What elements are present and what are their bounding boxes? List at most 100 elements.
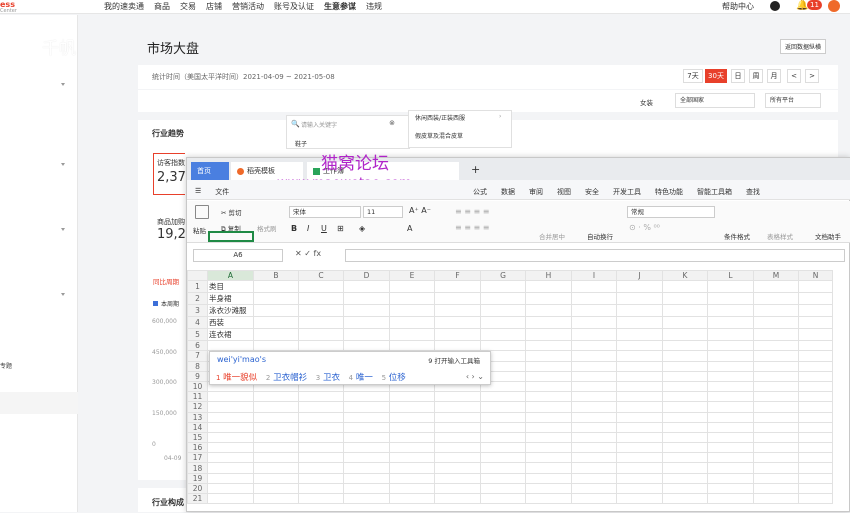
- grid-cell[interactable]: [616, 431, 663, 444]
- grid-cell[interactable]: [798, 391, 833, 403]
- grid-cell[interactable]: [662, 292, 708, 306]
- grid-cell[interactable]: [798, 421, 833, 433]
- grid-cell[interactable]: [707, 304, 754, 318]
- grid-cell[interactable]: [434, 401, 481, 413]
- message-icon[interactable]: [770, 1, 780, 11]
- grid-cell[interactable]: [207, 442, 254, 454]
- grid-cell[interactable]: [434, 391, 481, 403]
- grid-cell[interactable]: [253, 411, 299, 423]
- nav-item[interactable]: 店铺: [206, 1, 222, 12]
- grid-cell[interactable]: [707, 482, 754, 495]
- grid-cell[interactable]: [480, 452, 526, 464]
- grid-cell[interactable]: [298, 340, 344, 352]
- grid-cell[interactable]: [571, 391, 617, 403]
- grid-cell[interactable]: [434, 482, 481, 495]
- grid-cell[interactable]: [343, 391, 390, 403]
- grid-cell[interactable]: [298, 280, 344, 294]
- grid-cell[interactable]: [616, 340, 663, 352]
- name-box[interactable]: A6: [193, 249, 283, 262]
- sidebar-item-special[interactable]: 专题: [0, 361, 12, 370]
- grid-cell[interactable]: [480, 421, 526, 433]
- grid-cell[interactable]: [662, 472, 708, 484]
- grid-cell[interactable]: [707, 442, 754, 454]
- grid-cell[interactable]: [253, 280, 299, 294]
- grid-cell[interactable]: [798, 472, 833, 484]
- grid-cell[interactable]: [389, 482, 435, 495]
- grid-cell[interactable]: [707, 431, 754, 444]
- grid-cell[interactable]: [753, 350, 799, 362]
- grid-cell[interactable]: [253, 462, 299, 474]
- grid-cell[interactable]: [571, 411, 617, 423]
- grid-cell[interactable]: [571, 350, 617, 362]
- date-prev-button[interactable]: <: [787, 69, 801, 83]
- column-header[interactable]: J: [616, 270, 663, 282]
- grid-cell[interactable]: [707, 292, 754, 306]
- chevron-down-icon[interactable]: [61, 293, 65, 296]
- grid-cell[interactable]: [616, 304, 663, 318]
- row-header[interactable]: 21: [187, 492, 208, 505]
- grid-cell[interactable]: [480, 304, 526, 318]
- grid-cell[interactable]: [616, 316, 663, 330]
- grid-cell[interactable]: [616, 380, 663, 393]
- date-btn-week[interactable]: 周: [749, 69, 763, 83]
- grid-cell[interactable]: [662, 462, 708, 474]
- grid-cell[interactable]: [389, 280, 435, 294]
- grid-cell[interactable]: [616, 472, 663, 484]
- grid-cell[interactable]: [798, 350, 833, 362]
- grid-cell[interactable]: [616, 350, 663, 362]
- data-link-button[interactable]: 返回数据纵横: [780, 39, 827, 54]
- grid-cell[interactable]: [253, 340, 299, 352]
- grid-cell[interactable]: [753, 442, 799, 454]
- row-header[interactable]: 2: [187, 292, 208, 306]
- grid-cell[interactable]: [298, 442, 344, 454]
- grid-cell[interactable]: [753, 462, 799, 474]
- doc-helper-button[interactable]: 文档助手: [815, 231, 841, 241]
- column-header[interactable]: I: [571, 270, 617, 282]
- grid-cell[interactable]: [480, 482, 526, 495]
- grid-cell[interactable]: [798, 411, 833, 423]
- grid-cell[interactable]: [571, 482, 617, 495]
- grid-cell[interactable]: [616, 401, 663, 413]
- grid-cell[interactable]: [662, 328, 708, 342]
- grid-cell[interactable]: [298, 316, 344, 330]
- grid-cell[interactable]: [434, 431, 481, 444]
- grid-cell[interactable]: [798, 360, 833, 372]
- menu-item[interactable]: 特色功能: [655, 187, 683, 197]
- grid-cell[interactable]: [616, 328, 663, 342]
- grid-cell[interactable]: [525, 401, 572, 413]
- compare-label[interactable]: 同比周期: [153, 276, 179, 286]
- row-header[interactable]: 13: [187, 411, 208, 423]
- row-header[interactable]: 9: [187, 370, 208, 382]
- menu-item[interactable]: 安全: [585, 187, 599, 197]
- grid-cell[interactable]: [616, 442, 663, 454]
- number-format-select[interactable]: 常规: [627, 206, 715, 218]
- ime-candidate[interactable]: 卫衣帽衫: [273, 373, 307, 383]
- date-btn-month[interactable]: 月: [767, 69, 781, 83]
- border-icon[interactable]: ⊞: [337, 224, 344, 233]
- number-format-icons[interactable]: ⊙ · % ⁰⁰: [629, 223, 660, 232]
- grid-cell[interactable]: [343, 280, 390, 294]
- grid-cell[interactable]: [798, 401, 833, 413]
- menu-item[interactable]: 视图: [557, 187, 571, 197]
- grid-cell[interactable]: [207, 452, 254, 464]
- grid-cell[interactable]: [707, 360, 754, 372]
- grid-cell[interactable]: [798, 340, 833, 352]
- grid-cell[interactable]: [662, 391, 708, 403]
- grid-cell[interactable]: [389, 292, 435, 306]
- grid-cell[interactable]: [298, 292, 344, 306]
- fx-icon[interactable]: ✕ ✓ fx: [295, 249, 321, 258]
- table-style-button[interactable]: 表格样式: [767, 231, 793, 241]
- grid-cell[interactable]: 连衣裙: [207, 328, 254, 342]
- grid-cell[interactable]: [571, 280, 617, 294]
- conditional-format-button[interactable]: 条件格式: [724, 231, 750, 241]
- grid-cell[interactable]: [389, 431, 435, 444]
- grid-cell[interactable]: [434, 472, 481, 484]
- grid-cell[interactable]: [253, 421, 299, 433]
- grid-cell[interactable]: [253, 492, 299, 505]
- grid-cell[interactable]: [298, 482, 344, 495]
- grid-cell[interactable]: [707, 316, 754, 330]
- grid-cell[interactable]: [798, 292, 833, 306]
- grid-cell[interactable]: [753, 452, 799, 464]
- grid-cell[interactable]: [434, 411, 481, 423]
- ime-page-nav-icon[interactable]: ‹ › ⌄: [466, 372, 484, 381]
